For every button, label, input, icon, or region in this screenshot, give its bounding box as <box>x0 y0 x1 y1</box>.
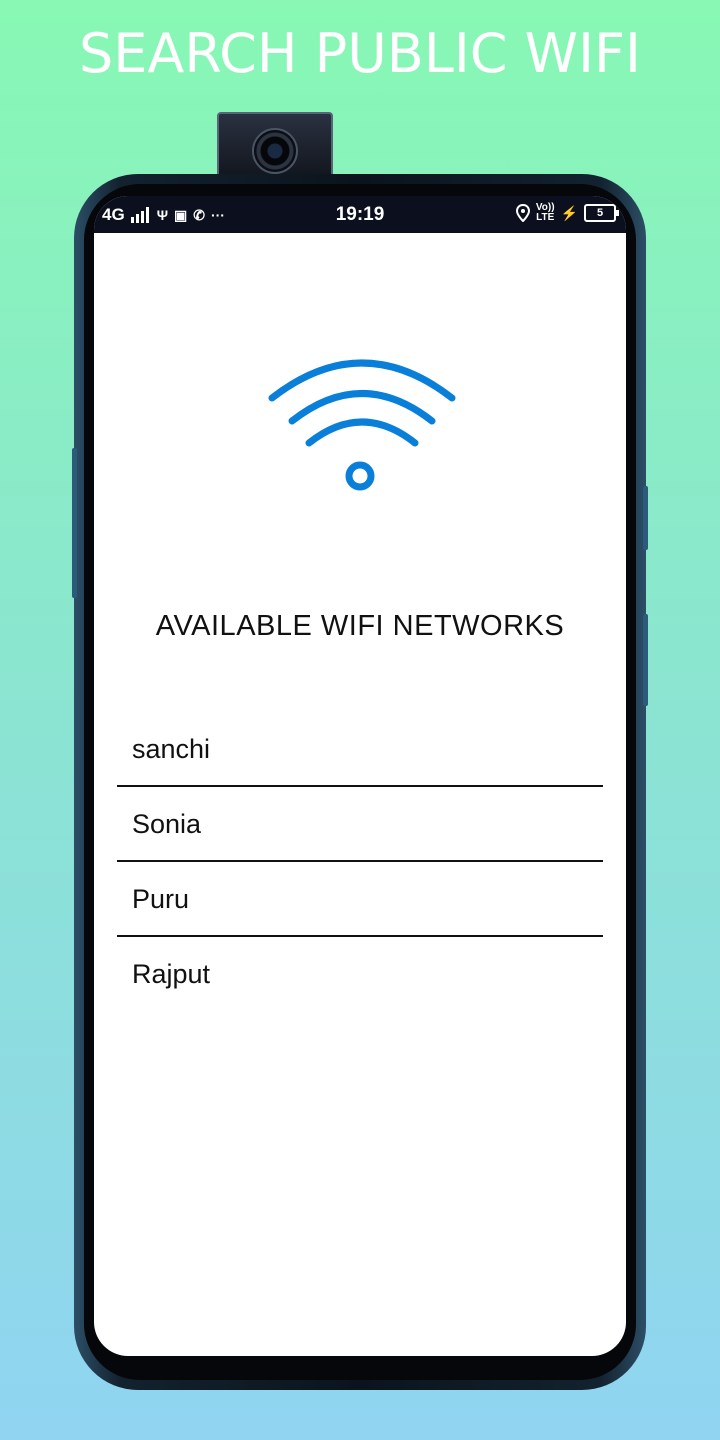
network-name: Puru <box>132 884 190 914</box>
network-list: sanchi Sonia Puru Rajput <box>117 712 603 1010</box>
network-name: Rajput <box>132 959 211 989</box>
network-name: sanchi <box>132 734 211 764</box>
status-bar: 4G Ψ ▣ ✆ ··· 19:19 Vo)) LTE ⚡ 5 <box>94 196 626 233</box>
location-icon <box>515 204 530 222</box>
app-screen: 4G Ψ ▣ ✆ ··· 19:19 Vo)) LTE ⚡ 5 AVAILABL… <box>94 196 626 1356</box>
banner-title: SEARCH PUBLIC WIFI <box>79 22 641 85</box>
available-networks-title: AVAILABLE WIFI NETWORKS <box>155 610 565 642</box>
network-item-sanchi[interactable]: sanchi <box>117 712 603 787</box>
phone-side-button <box>72 448 77 598</box>
network-name: Sonia <box>132 809 202 839</box>
network-item-puru[interactable]: Puru <box>117 862 603 937</box>
network-item-sonia[interactable]: Sonia <box>117 787 603 862</box>
network-item-rajput[interactable]: Rajput <box>117 937 603 1010</box>
phone-volume-button <box>643 486 648 550</box>
battery-icon: 5 <box>584 204 619 222</box>
volte-indicator: Vo)) LTE <box>535 202 555 223</box>
wifi-icon <box>268 359 456 491</box>
charging-icon: ⚡ <box>560 204 578 221</box>
camera-lens-icon <box>252 128 298 174</box>
popup-camera <box>217 112 333 178</box>
phone-power-button <box>643 614 648 706</box>
